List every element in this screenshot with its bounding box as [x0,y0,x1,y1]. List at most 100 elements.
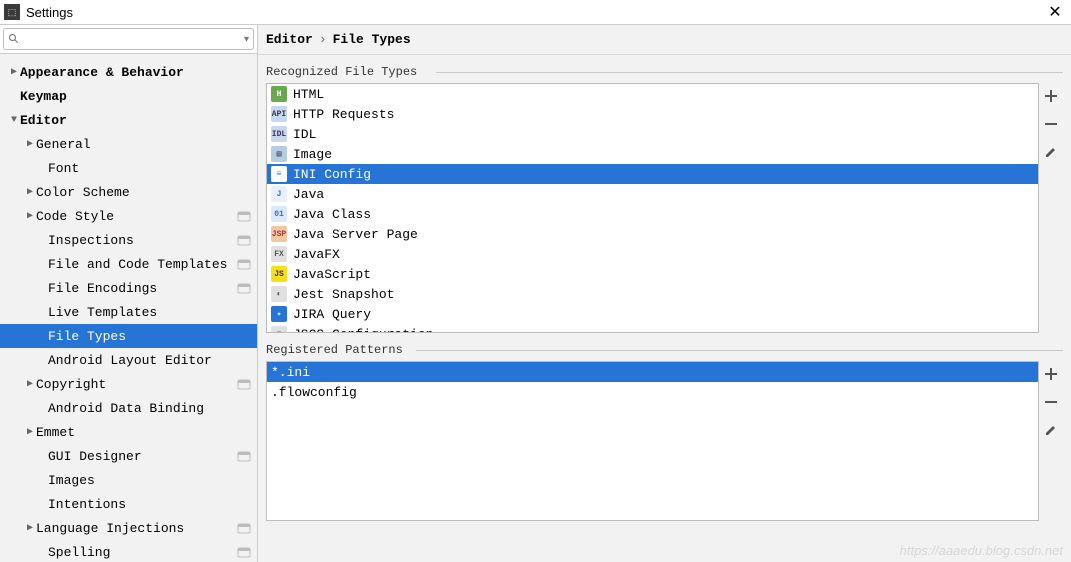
section-label-patterns: Registered Patterns [266,339,1063,361]
tree-item-label: Code Style [36,209,237,224]
tree-item[interactable]: ▶Android Layout Editor [0,348,257,372]
add-button[interactable] [1042,365,1060,383]
tree-item-label: Copyright [36,377,237,392]
filetype-icon: API [271,106,287,122]
tree-item[interactable]: ▶GUI Designer [0,444,257,468]
tree-item[interactable]: ▶Live Templates [0,300,257,324]
tree-item-label: Intentions [48,497,251,512]
filetype-icon: JSP [271,226,287,242]
tree-item-label: Color Scheme [36,185,251,200]
pattern-label: *.ini [271,365,310,380]
filetype-row[interactable]: ≡INI Config [267,164,1038,184]
filetype-row[interactable]: IDLIDL [267,124,1038,144]
tree-item[interactable]: ▶Copyright [0,372,257,396]
project-scope-icon [237,377,251,391]
patterns-list[interactable]: *.ini .flowconfig [266,361,1039,521]
filetype-row[interactable]: JJava [267,184,1038,204]
search-input-wrap[interactable]: ▾ [3,28,254,50]
project-scope-icon [237,257,251,271]
tree-item-label: Language Injections [36,521,237,536]
filetype-icon: FX [271,246,287,262]
tree-item[interactable]: ▶Font [0,156,257,180]
search-input[interactable] [20,30,244,48]
filetype-row[interactable]: JSPJava Server Page [267,224,1038,244]
close-icon[interactable]: ✕ [1043,2,1067,22]
settings-tree[interactable]: ▶Appearance & Behavior▶Keymap▼Editor▶Gen… [0,54,257,562]
expand-icon: ▶ [8,66,20,78]
breadcrumb: Editor › File Types [258,25,1071,55]
filetype-label: HTTP Requests [293,107,394,122]
filetype-icon: ◐ [271,286,287,302]
filetype-row[interactable]: ✦JIRA Query [267,304,1038,324]
tree-item[interactable]: ▶File Types [0,324,257,348]
tree-item[interactable]: ▶File Encodings [0,276,257,300]
tree-item-label: Appearance & Behavior [20,65,251,80]
tree-item[interactable]: ▶Emmet [0,420,257,444]
tree-item[interactable]: ▶General [0,132,257,156]
tree-item[interactable]: ▶Keymap [0,84,257,108]
filetype-row[interactable]: ◐ Jest Snapshot [267,284,1038,304]
tree-item[interactable]: ▶Color Scheme [0,180,257,204]
edit-button[interactable] [1042,143,1060,161]
remove-button[interactable] [1042,115,1060,133]
filetype-icon: H [271,86,287,102]
add-button[interactable] [1042,87,1060,105]
tree-item[interactable]: ▶Inspections [0,228,257,252]
project-scope-icon [237,521,251,535]
filetype-label: JIRA Query [293,307,371,322]
filetype-row[interactable]: API HTTP Requests [267,104,1038,124]
tree-item[interactable]: ▶Images [0,468,257,492]
tree-item-label: Images [48,473,251,488]
project-scope-icon [237,209,251,223]
tree-item[interactable]: ▼Editor [0,108,257,132]
project-scope-icon [237,233,251,247]
filetype-label: HTML [293,87,324,102]
tree-item[interactable]: ▶Spelling [0,540,257,562]
filetype-label: Java Class [293,207,371,222]
filetype-row[interactable]: JSJavaScript [267,264,1038,284]
tree-item[interactable]: ▶Android Data Binding [0,396,257,420]
tree-item[interactable]: ▶Intentions [0,492,257,516]
filetype-label: Jest Snapshot [293,287,394,302]
filetype-row[interactable]: ≡JSCS Configuration [267,324,1038,333]
edit-button[interactable] [1042,421,1060,439]
tree-item[interactable]: ▶Appearance & Behavior [0,60,257,84]
filetype-icon: 01 [271,206,287,222]
tree-item-label: File and Code Templates [48,257,237,272]
tree-item[interactable]: ▶File and Code Templates [0,252,257,276]
breadcrumb-item[interactable]: File Types [333,32,411,47]
patterns-toolbar [1039,361,1063,521]
search-icon [8,33,20,45]
tree-item[interactable]: ▶Language Injections [0,516,257,540]
expand-icon: ▶ [24,522,36,534]
expand-icon: ▼ [8,115,20,126]
tree-item[interactable]: ▶Code Style [0,204,257,228]
search-history-icon[interactable]: ▾ [244,34,249,45]
filetype-row[interactable]: 01 Java Class [267,204,1038,224]
tree-item-label: Inspections [48,233,237,248]
expand-icon: ▶ [24,378,36,390]
filetype-label: Java [293,187,324,202]
filetype-icon: IDL [271,126,287,142]
pattern-row[interactable]: *.ini [267,362,1038,382]
window-title: Settings [26,5,73,20]
filetype-row[interactable]: FX JavaFX [267,244,1038,264]
tree-item-label: Live Templates [48,305,251,320]
app-icon: ⬚ [4,4,20,20]
tree-item-label: Keymap [20,89,251,104]
filetype-label: Image [293,147,332,162]
project-scope-icon [237,545,251,559]
settings-sidebar: ▾ ▶Appearance & Behavior▶Keymap▼Editor▶G… [0,25,258,562]
tree-item-label: File Types [48,329,251,344]
project-scope-icon [237,449,251,463]
breadcrumb-item[interactable]: Editor [266,32,313,47]
tree-item-label: GUI Designer [48,449,237,464]
tree-item-label: File Encodings [48,281,237,296]
filetypes-list[interactable]: H HTML API HTTP Requests IDLIDL▤Image≡INI Co… [266,83,1039,333]
filetype-label: INI Config [293,167,371,182]
filetype-row[interactable]: H HTML [267,84,1038,104]
filetype-row[interactable]: ▤Image [267,144,1038,164]
filetype-label: JavaFX [293,247,340,262]
pattern-row[interactable]: .flowconfig [267,382,1038,402]
remove-button[interactable] [1042,393,1060,411]
